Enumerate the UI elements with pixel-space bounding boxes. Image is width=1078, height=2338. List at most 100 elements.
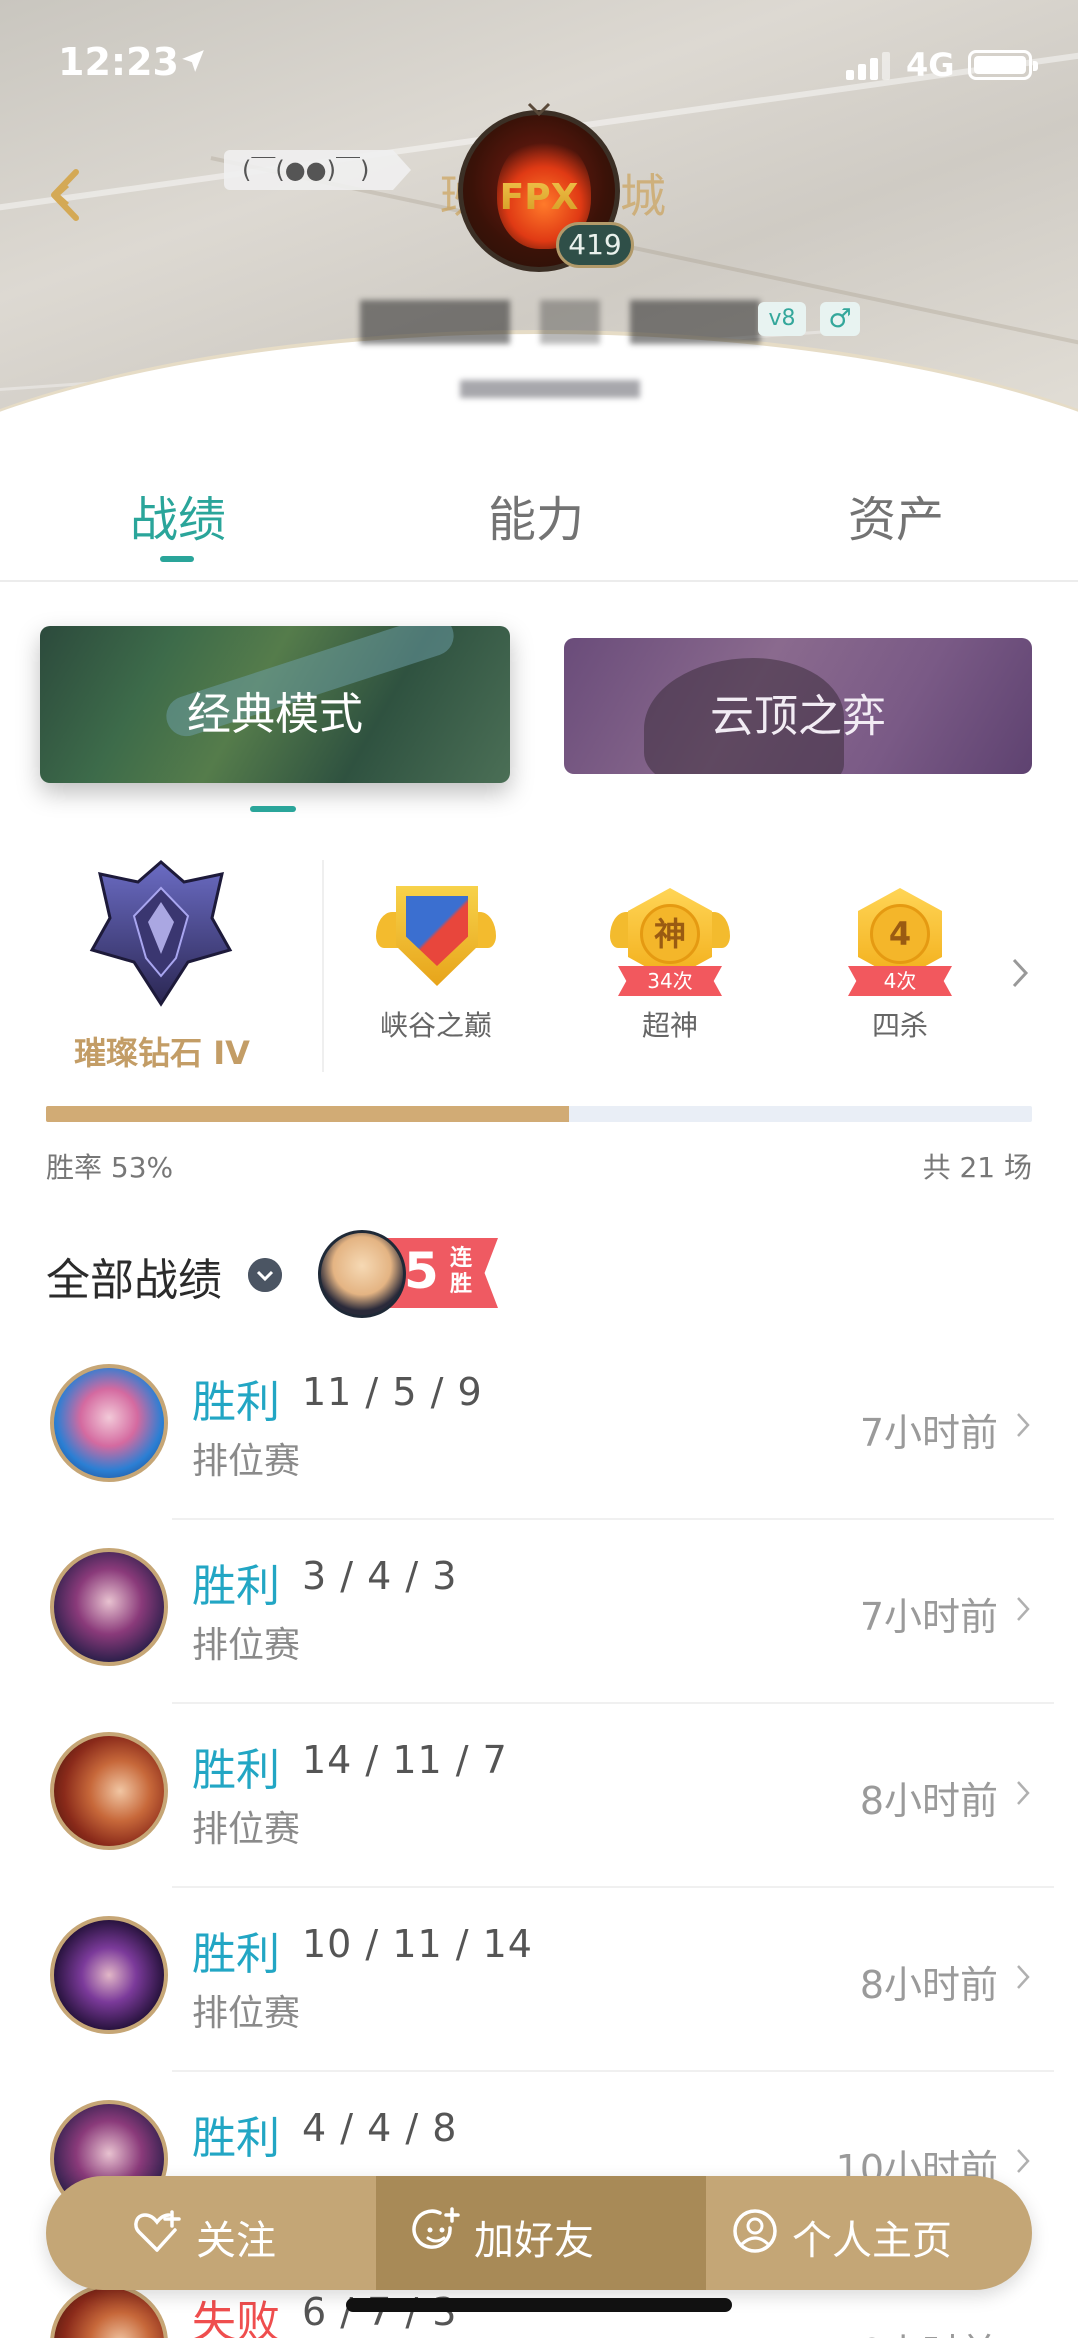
match-row[interactable]: 胜利 11 / 5 / 9 排位赛 7小时前 bbox=[0, 1336, 1078, 1520]
add-friend-label: 加好友 bbox=[474, 2218, 594, 2264]
match-mode: 排位赛 bbox=[192, 1809, 301, 1850]
streak-number: 5 bbox=[404, 1242, 439, 1300]
chevron-right-icon[interactable] bbox=[1010, 956, 1030, 990]
champion-avatar bbox=[50, 1916, 168, 2034]
achievement-glyph: 4 bbox=[870, 904, 930, 964]
tab-active-indicator bbox=[160, 556, 194, 562]
champion-avatar bbox=[50, 1732, 168, 1850]
battery-icon bbox=[968, 50, 1038, 80]
match-result: 胜利 bbox=[192, 2113, 280, 2164]
match-kda: 3 / 4 / 3 bbox=[302, 1554, 458, 1598]
achievement-glyph: 神 bbox=[640, 904, 700, 964]
profile-button[interactable]: 个人主页 bbox=[706, 2176, 1032, 2290]
tab-ability[interactable]: 能力 bbox=[488, 480, 584, 550]
heart-plus-icon bbox=[134, 2210, 181, 2252]
profile-tabs: 战绩 能力 资产 bbox=[0, 480, 1078, 580]
avatar-logo-text: FPX bbox=[463, 177, 615, 218]
match-result: 失败 bbox=[192, 2297, 280, 2338]
streak-avatar bbox=[318, 1230, 406, 1318]
achievement-label: 四杀 bbox=[871, 1009, 928, 1042]
match-result: 胜利 bbox=[192, 1929, 280, 1980]
quadra-kill-icon: 4 4次 bbox=[840, 882, 960, 996]
achievement-label: 超神 bbox=[641, 1009, 698, 1042]
achievement-count: 4次 bbox=[848, 966, 952, 996]
match-kda: 4 / 4 / 8 bbox=[302, 2106, 458, 2150]
title-tag: (￣(●●)￣) bbox=[224, 150, 412, 190]
achievement-count: 34次 bbox=[618, 966, 722, 996]
blurred-nickname-part bbox=[540, 300, 600, 344]
match-time: 10小时前 bbox=[836, 2322, 998, 2338]
streak-text: 连胜 bbox=[450, 1246, 473, 1297]
chevron-right-icon bbox=[1017, 1597, 1030, 1621]
tab-assets[interactable]: 资产 bbox=[848, 480, 944, 550]
rank-name: 璀璨钻石 IV bbox=[74, 1034, 250, 1072]
achievement-label: 峡谷之巅 bbox=[379, 1009, 492, 1042]
match-mode: 排位赛 bbox=[192, 1625, 301, 1666]
champion-avatar bbox=[50, 1548, 168, 1666]
win-rate-label: 胜率 53% bbox=[46, 1151, 174, 1184]
diamond-rank-emblem-icon[interactable] bbox=[88, 858, 234, 1008]
legendary-icon: 神 34次 bbox=[610, 882, 730, 996]
match-time: 7小时前 bbox=[859, 1595, 998, 1639]
chevron-right-icon bbox=[1017, 2149, 1030, 2173]
follow-label: 关注 bbox=[196, 2218, 276, 2264]
tab-record[interactable]: 战绩 bbox=[130, 480, 226, 550]
follow-button[interactable]: 关注 bbox=[46, 2176, 376, 2290]
match-kda: 11 / 5 / 9 bbox=[302, 1370, 483, 1414]
win-streak-badge: 5 连胜 bbox=[318, 1226, 498, 1318]
total-games-label: 共 21 场 bbox=[922, 1151, 1032, 1184]
divider bbox=[0, 580, 1078, 582]
profile-label: 个人主页 bbox=[792, 2218, 952, 2264]
divider bbox=[322, 860, 324, 1072]
match-time: 7小时前 bbox=[859, 1411, 998, 1455]
action-bar: 关注 加好友 个人主页 bbox=[46, 2176, 1032, 2290]
match-mode: 排位赛 bbox=[192, 1993, 301, 2034]
match-row[interactable]: 胜利 14 / 11 / 7 排位赛 8小时前 bbox=[0, 1704, 1078, 1888]
user-circle-icon bbox=[733, 2209, 777, 2253]
status-time: 12:23 bbox=[58, 40, 179, 84]
network-label: 4G bbox=[906, 46, 955, 84]
blurred-nickname bbox=[360, 300, 510, 344]
mode-card-classic[interactable]: 经典模式 bbox=[40, 626, 510, 783]
match-kda: 14 / 11 / 7 bbox=[302, 1738, 508, 1782]
home-indicator bbox=[346, 2298, 732, 2312]
vip-badge: v8 bbox=[758, 302, 806, 336]
blurred-region bbox=[460, 380, 640, 398]
match-result: 胜利 bbox=[192, 1745, 280, 1796]
match-result: 胜利 bbox=[192, 1377, 280, 1428]
win-rate-fill bbox=[46, 1106, 569, 1122]
match-time: 8小时前 bbox=[859, 1779, 998, 1823]
champion-avatar bbox=[50, 2284, 168, 2338]
section-title[interactable]: 全部战绩 bbox=[46, 1244, 222, 1308]
signal-icon bbox=[846, 52, 894, 80]
champion-avatar bbox=[50, 1364, 168, 1482]
match-kda: 6 / 7 / 3 bbox=[302, 2290, 458, 2334]
match-mode: 排位赛 bbox=[192, 1441, 301, 1482]
match-row[interactable]: 胜利 3 / 4 / 3 排位赛 7小时前 bbox=[0, 1520, 1078, 1704]
match-time: 8小时前 bbox=[859, 1963, 998, 2007]
chevron-right-icon bbox=[1017, 1781, 1030, 1805]
blurred-nickname-part bbox=[630, 300, 760, 344]
win-rate-bar bbox=[46, 1106, 1032, 1122]
add-friend-button[interactable]: 加好友 bbox=[376, 2176, 706, 2290]
mode-label: 云顶之弈 bbox=[710, 691, 886, 742]
achievement-quadra-kill[interactable]: 4 4次 四杀 bbox=[830, 882, 970, 1044]
chevron-right-icon bbox=[1017, 1413, 1030, 1437]
chevron-down-icon bbox=[527, 102, 551, 117]
level-badge: 419 bbox=[556, 222, 634, 268]
rift-peak-icon bbox=[376, 882, 496, 992]
achievement-rift-peak[interactable]: 峡谷之巅 bbox=[366, 882, 506, 1044]
gender-icon: ♂ bbox=[820, 302, 860, 336]
mode-label: 经典模式 bbox=[187, 689, 363, 740]
chevron-right-icon bbox=[1017, 1965, 1030, 1989]
location-arrow-icon bbox=[182, 50, 204, 72]
chevron-down-icon[interactable] bbox=[248, 1258, 282, 1292]
match-row[interactable]: 胜利 10 / 11 / 14 排位赛 8小时前 bbox=[0, 1888, 1078, 2072]
back-arrow-icon[interactable] bbox=[40, 160, 90, 230]
achievement-legendary[interactable]: 神 34次 超神 bbox=[600, 882, 740, 1044]
mode-card-tft[interactable]: 云顶之弈 bbox=[564, 638, 1032, 774]
match-result: 胜利 bbox=[192, 1561, 280, 1612]
add-friend-icon bbox=[412, 2207, 460, 2249]
match-kda: 10 / 11 / 14 bbox=[302, 1922, 533, 1966]
mode-active-indicator bbox=[250, 806, 296, 812]
